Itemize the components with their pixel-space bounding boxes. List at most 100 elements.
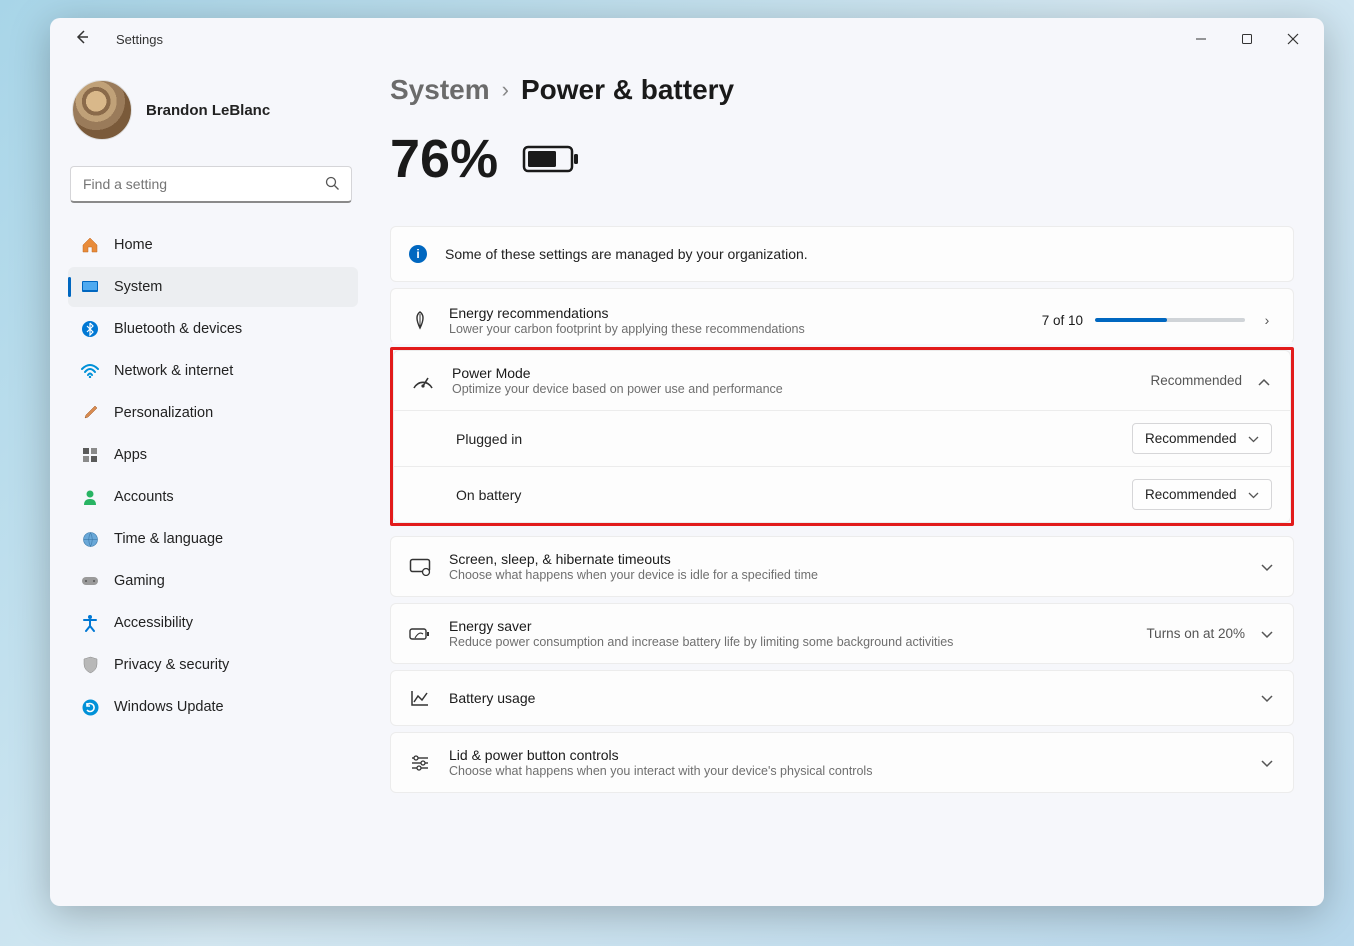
sidebar-item-label: Bluetooth & devices: [114, 321, 242, 337]
search-wrap: [70, 166, 352, 203]
person-icon: [80, 487, 100, 507]
sidebar-item-label: Personalization: [114, 405, 213, 421]
update-icon: [80, 697, 100, 717]
sidebar: Brandon LeBlanc Home System: [50, 60, 370, 906]
panel-body: Power Mode Optimize your device based on…: [452, 365, 1132, 396]
lid-power-panel[interactable]: Lid & power button controls Choose what …: [390, 732, 1294, 793]
panel-right: Recommended: [1150, 373, 1272, 389]
titlebar: Settings: [50, 18, 1324, 60]
panel-right: 7 of 10 ›: [1042, 312, 1275, 328]
search-input[interactable]: [70, 166, 352, 203]
panel-title: Energy saver: [449, 618, 1128, 634]
on-battery-dropdown[interactable]: Recommended: [1132, 479, 1272, 510]
maximize-button[interactable]: [1224, 23, 1270, 55]
wifi-icon: [80, 361, 100, 381]
accessibility-icon: [80, 613, 100, 633]
sidebar-item-label: System: [114, 279, 162, 295]
panel-subtitle: Choose what happens when you interact wi…: [449, 764, 1241, 778]
breadcrumb-parent[interactable]: System: [390, 74, 490, 106]
chevron-down-icon: [1259, 626, 1275, 642]
monitor-icon: [409, 558, 431, 576]
sidebar-item-apps[interactable]: Apps: [68, 435, 358, 475]
progress-bar: [1095, 318, 1245, 322]
panel-title: Lid & power button controls: [449, 747, 1241, 763]
battery-percent: 76%: [390, 128, 498, 190]
sidebar-item-personalization[interactable]: Personalization: [68, 393, 358, 433]
dropdown-value: Recommended: [1145, 431, 1237, 446]
power-mode-header[interactable]: Power Mode Optimize your device based on…: [394, 351, 1290, 410]
globe-clock-icon: [80, 529, 100, 549]
window-title: Settings: [116, 32, 163, 47]
panel-body: Screen, sleep, & hibernate timeouts Choo…: [449, 551, 1241, 582]
sidebar-item-gaming[interactable]: Gaming: [68, 561, 358, 601]
minimize-button[interactable]: [1178, 23, 1224, 55]
sidebar-item-privacy[interactable]: Privacy & security: [68, 645, 358, 685]
search-icon: [325, 176, 340, 194]
sidebar-item-label: Privacy & security: [114, 657, 229, 673]
bluetooth-icon: [80, 319, 100, 339]
gauge-icon: [412, 372, 434, 390]
info-text: Some of these settings are managed by yo…: [445, 246, 808, 262]
profile-name: Brandon LeBlanc: [146, 102, 270, 119]
battery-icon: [522, 143, 580, 175]
sidebar-item-network[interactable]: Network & internet: [68, 351, 358, 391]
panel-right: Turns on at 20%: [1146, 626, 1275, 642]
sidebar-item-accessibility[interactable]: Accessibility: [68, 603, 358, 643]
sidebar-item-time[interactable]: Time & language: [68, 519, 358, 559]
sidebar-item-label: Windows Update: [114, 699, 224, 715]
panel-subtitle: Choose what happens when your device is …: [449, 568, 1241, 582]
summary-value: Recommended: [1150, 373, 1242, 388]
main: System › Power & battery 76% i Some of t…: [370, 60, 1324, 906]
energy-saver-panel[interactable]: Energy saver Reduce power consumption an…: [390, 603, 1294, 664]
battery-leaf-icon: [409, 627, 431, 641]
panel-body: Lid & power button controls Choose what …: [449, 747, 1241, 778]
status-text: Turns on at 20%: [1146, 626, 1245, 641]
breadcrumb-separator: ›: [502, 77, 509, 103]
gamepad-icon: [80, 571, 100, 591]
energy-recommendations-panel[interactable]: Energy recommendations Lower your carbon…: [390, 288, 1294, 344]
controls-icon: [409, 755, 431, 771]
shield-icon: [80, 655, 100, 675]
window-controls: [1178, 23, 1316, 55]
chevron-down-icon: [1259, 755, 1275, 771]
sidebar-item-system[interactable]: System: [68, 267, 358, 307]
panel-title: Energy recommendations: [449, 305, 1024, 321]
chevron-right-icon: ›: [1259, 312, 1275, 328]
profile[interactable]: Brandon LeBlanc: [68, 72, 358, 158]
panel-subtitle: Reduce power consumption and increase ba…: [449, 635, 1128, 649]
sidebar-item-accounts[interactable]: Accounts: [68, 477, 358, 517]
panel-title: Screen, sleep, & hibernate timeouts: [449, 551, 1241, 567]
battery-usage-panel[interactable]: Battery usage: [390, 670, 1294, 726]
brush-icon: [80, 403, 100, 423]
chart-icon: [409, 689, 431, 707]
chevron-down-icon: [1248, 487, 1259, 502]
plugged-in-row: Plugged in Recommended: [394, 410, 1290, 466]
panel-subtitle: Lower your carbon footprint by applying …: [449, 322, 1024, 336]
chevron-down-icon: [1259, 559, 1275, 575]
on-battery-label: On battery: [456, 487, 521, 503]
chevron-down-icon: [1259, 690, 1275, 706]
panel-body: Battery usage: [449, 690, 1241, 706]
screen-sleep-panel[interactable]: Screen, sleep, & hibernate timeouts Choo…: [390, 536, 1294, 597]
settings-window: Settings Brandon LeBlanc Home: [50, 18, 1324, 906]
on-battery-row: On battery Recommended: [394, 466, 1290, 522]
progress-label: 7 of 10: [1042, 313, 1083, 328]
content: Brandon LeBlanc Home System: [50, 60, 1324, 906]
highlight-annotation: Power Mode Optimize your device based on…: [390, 347, 1294, 526]
home-icon: [80, 235, 100, 255]
close-button[interactable]: [1270, 23, 1316, 55]
system-icon: [80, 277, 100, 297]
sidebar-item-home[interactable]: Home: [68, 225, 358, 265]
sidebar-item-bluetooth[interactable]: Bluetooth & devices: [68, 309, 358, 349]
progress-fill: [1095, 318, 1167, 322]
progress: 7 of 10: [1042, 313, 1245, 328]
sidebar-item-update[interactable]: Windows Update: [68, 687, 358, 727]
sidebar-item-label: Time & language: [114, 531, 223, 547]
back-button[interactable]: [68, 25, 96, 54]
plugged-in-dropdown[interactable]: Recommended: [1132, 423, 1272, 454]
sidebar-item-label: Gaming: [114, 573, 165, 589]
panel-title: Battery usage: [449, 690, 1241, 706]
power-mode-panel: Power Mode Optimize your device based on…: [393, 350, 1291, 523]
plugged-in-label: Plugged in: [456, 431, 522, 447]
panel-subtitle: Optimize your device based on power use …: [452, 382, 1132, 396]
